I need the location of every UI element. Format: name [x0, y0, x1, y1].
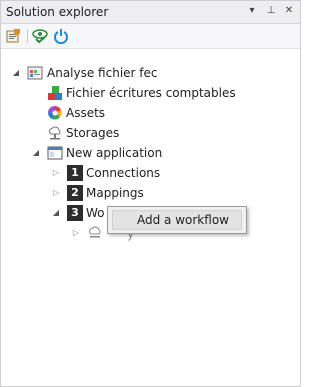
assets-label: Assets — [66, 106, 106, 120]
blocks-icon — [47, 85, 63, 101]
panel-title: Solution explorer — [6, 5, 109, 19]
collapsed-arrow-icon[interactable]: ▷ — [71, 223, 81, 243]
properties-icon[interactable] — [5, 28, 21, 44]
close-icon[interactable]: ✕ — [282, 4, 296, 18]
connections-label: Connections — [86, 166, 161, 180]
step-badge: 3 — [67, 205, 83, 221]
step-badge: 2 — [67, 185, 83, 201]
workflows-label: Wo — [86, 206, 105, 220]
collapsed-arrow-icon[interactable]: ▷ — [51, 163, 61, 183]
step-badge: 1 — [67, 165, 83, 181]
pin-icon[interactable]: ⊥ — [264, 4, 278, 18]
solution-label: Analyse fichier fec — [47, 66, 158, 80]
tree-node-connections[interactable]: ▷ 1 Connections — [1, 163, 300, 183]
tree-node-mappings[interactable]: ▷ 2 Mappings — [1, 183, 300, 203]
dropdown-icon[interactable]: ▾ — [245, 4, 259, 18]
title-bar: Solution explorer ▾ ⊥ ✕ — [1, 1, 300, 24]
solution-explorer-panel: Solution explorer ▾ ⊥ ✕ ◢ Analyse fichie… — [0, 0, 301, 387]
context-menu: Add a workflow — [107, 206, 247, 234]
toolbar-separator — [27, 29, 28, 43]
dataset-label: Fichier écritures comptables — [66, 86, 236, 100]
collapsed-arrow-icon[interactable]: ▷ — [51, 183, 61, 203]
cloud-storage-icon — [47, 125, 63, 141]
tree-node-dataset[interactable]: Fichier écritures comptables — [1, 83, 300, 103]
tree-node-solution[interactable]: ◢ Analyse fichier fec — [1, 63, 300, 83]
color-wheel-icon — [47, 105, 63, 121]
tree-node-storages[interactable]: Storages — [1, 123, 300, 143]
power-icon[interactable] — [53, 28, 69, 45]
mappings-label: Mappings — [86, 186, 144, 200]
storages-label: Storages — [66, 126, 120, 140]
tree-node-application[interactable]: ◢ New application — [1, 143, 300, 163]
expanded-arrow-icon[interactable]: ◢ — [31, 143, 41, 163]
add-workflow-label: Add a workflow — [137, 213, 229, 227]
tree-node-assets[interactable]: Assets — [1, 103, 300, 123]
expanded-arrow-icon[interactable]: ◢ — [11, 63, 21, 83]
toolbar — [1, 24, 300, 49]
eye-check-icon[interactable] — [32, 28, 48, 44]
add-workflow-menu-item[interactable]: Add a workflow — [112, 210, 242, 230]
expanded-arrow-icon[interactable]: ◢ — [51, 203, 61, 223]
workflow-icon — [87, 225, 103, 241]
solution-icon — [27, 65, 43, 81]
application-icon — [47, 145, 63, 161]
application-label: New application — [66, 146, 163, 160]
